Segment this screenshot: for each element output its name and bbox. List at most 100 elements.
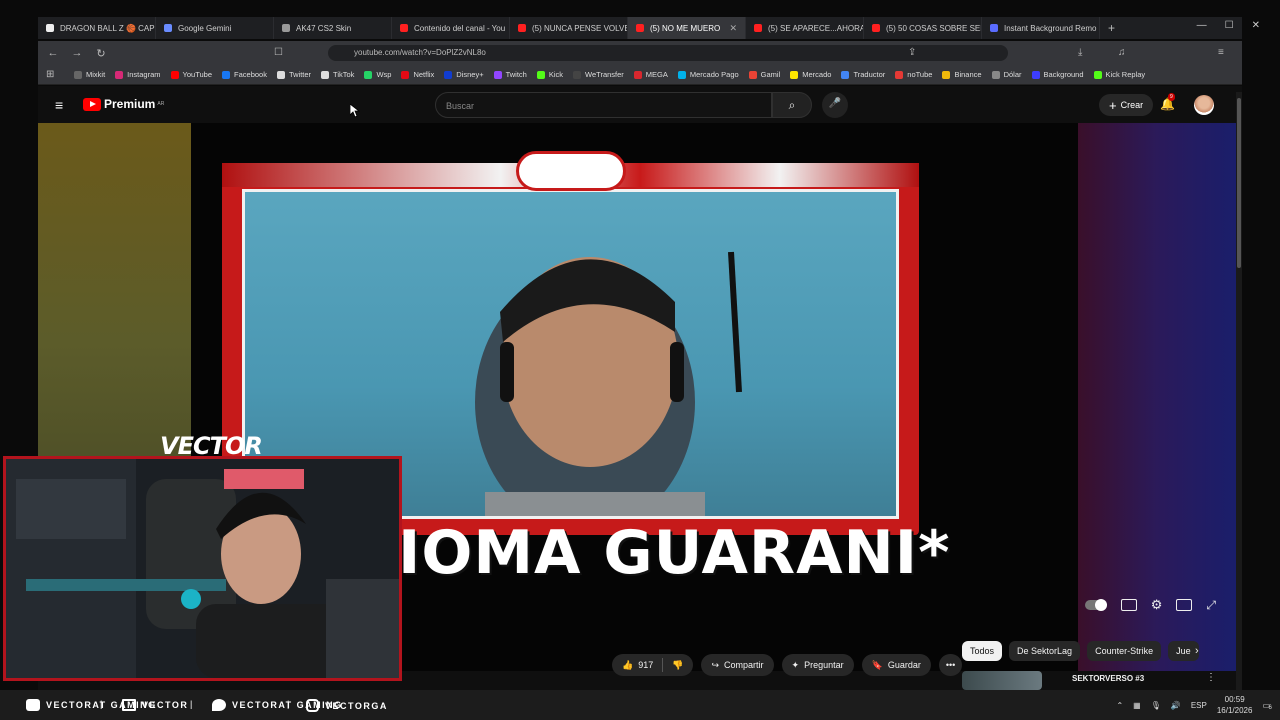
kebab-menu-icon[interactable]: ⋮	[1206, 672, 1216, 683]
bookmark-favicon-icon	[573, 70, 582, 79]
browser-tab[interactable]: (5) NUNCA PENSE VOLVE	[510, 17, 628, 39]
recommended-thumbnail[interactable]	[962, 671, 1042, 690]
hamburger-icon[interactable]: ≡	[55, 97, 63, 113]
bookmark-item[interactable]: Gamil	[748, 70, 780, 79]
filter-chip[interactable]: De SektorLag	[1009, 641, 1081, 661]
share-button[interactable]: ↪ Compartir	[701, 654, 774, 676]
bookmark-item[interactable]: Kick	[536, 70, 563, 79]
bookmark-favicon-icon	[748, 70, 757, 79]
webcam-overlay	[3, 456, 402, 681]
menu-icon[interactable]: ≡	[1218, 47, 1224, 58]
clock[interactable]: 00:59 16/1/2026	[1217, 694, 1253, 716]
tab-close-icon[interactable]: ✕	[729, 23, 737, 34]
more-actions-button[interactable]: •••	[938, 654, 963, 676]
url-input[interactable]: youtube.com/watch?v=DoPlZ2vNL8o	[328, 45, 1008, 61]
bookmark-label: Mercado Pago	[689, 70, 739, 79]
browser-tab[interactable]: (5) NO ME MUERO ✕	[628, 17, 746, 39]
fullscreen-icon[interactable]: ⤢	[1206, 598, 1216, 613]
bookmark-item[interactable]: TikTok	[321, 70, 354, 79]
tab-label: (5) SE APARECE...AHORA!	[768, 23, 864, 33]
browser-tab[interactable]: Contenido del canal - You	[392, 17, 510, 39]
search-input[interactable]: Buscar	[435, 92, 772, 118]
microphone-tray-icon[interactable]: 🎙	[1151, 701, 1161, 710]
bookmark-item[interactable]: Mercado Pago	[677, 70, 739, 79]
download-icon[interactable]: ⤓	[1078, 47, 1082, 58]
share-icon[interactable]: ⇪	[908, 47, 916, 58]
video-caption-text: IOMA GUARANI*	[398, 518, 951, 588]
bookmark-item[interactable]: Dólar	[991, 70, 1022, 79]
youtube-logo[interactable]: Premium AR	[83, 97, 164, 111]
bookmark-item[interactable]: Kick Replay	[1093, 70, 1145, 79]
bookmark-item[interactable]: Wsp	[364, 70, 391, 79]
language-indicator[interactable]: ESP	[1191, 701, 1207, 710]
url-text: youtube.com/watch?v=DoPlZ2vNL8o	[354, 48, 486, 57]
media-icon[interactable]: ♫	[1118, 47, 1126, 58]
video-right-background	[1078, 123, 1236, 671]
bookmark-item[interactable]: Facebook	[222, 70, 267, 79]
bookmark-favicon-icon	[1093, 70, 1102, 79]
bookmark-item[interactable]: Mercado	[790, 70, 831, 79]
bookmark-item[interactable]: Background	[1031, 70, 1084, 79]
notification-center-icon[interactable]: ▭ 6	[1262, 701, 1271, 711]
bookmark-item[interactable]: Mixkit	[74, 70, 105, 79]
bookmark-item[interactable]: Twitch	[493, 70, 527, 79]
microphone-icon[interactable]: 🎤	[822, 92, 848, 118]
scrollbar[interactable]	[1236, 92, 1242, 690]
back-icon[interactable]: ←	[44, 47, 62, 59]
share-arrow-icon: ↪	[711, 659, 720, 670]
filter-chip[interactable]: Todos	[962, 641, 1003, 661]
bookmark-item[interactable]: Twitter	[276, 70, 311, 79]
search-icon[interactable]: ⌕	[772, 92, 812, 118]
miniplayer-icon[interactable]	[1176, 599, 1193, 611]
volume-icon[interactable]: 🔊	[1171, 701, 1181, 710]
create-button[interactable]: + Crear	[1099, 94, 1154, 116]
ask-button[interactable]: ✦ Preguntar	[781, 654, 854, 676]
logo-text: Premium	[104, 97, 156, 111]
browser-tab[interactable]: DRAGON BALL Z 🏀 CAP	[38, 17, 156, 39]
thumbs-down-icon[interactable]: 👎	[672, 660, 683, 671]
notifications-icon[interactable]: 🔔 9	[1160, 93, 1175, 111]
autoplay-toggle[interactable]	[1084, 599, 1107, 611]
bookmark-item[interactable]: noTube	[895, 70, 932, 79]
filter-chip[interactable]: Counter-Strike	[1087, 641, 1162, 661]
chips-next-icon[interactable]: ›	[1195, 645, 1199, 657]
social-twitch: VECTOR	[122, 699, 188, 711]
like-button[interactable]: 👍 917 👎	[612, 654, 694, 676]
avatar[interactable]	[1194, 95, 1214, 115]
bookmark-favicon-icon	[991, 70, 1000, 79]
new-tab-icon[interactable]: +	[1108, 21, 1115, 35]
save-button[interactable]: 🔖 Guardar	[861, 654, 931, 676]
close-icon[interactable]: ✕	[1252, 20, 1260, 31]
bookmark-label: Binance	[954, 70, 982, 79]
bookmark-item[interactable]: WeTransfer	[573, 70, 624, 79]
bookmark-item[interactable]: Netflix	[401, 70, 434, 79]
window-controls: — ☐ ✕	[1197, 20, 1260, 31]
bookmark-favicon-icon	[677, 70, 686, 79]
bookmark-item[interactable]: Traductor	[841, 70, 885, 79]
browser-tab[interactable]: Google Gemini	[156, 17, 274, 39]
browser-tab[interactable]: AK47 CS2 Skin	[274, 17, 392, 39]
network-icon[interactable]: ▦	[1133, 701, 1141, 710]
forward-icon[interactable]: →	[68, 47, 86, 59]
social-label: VECTOR	[142, 700, 189, 710]
bookmark-item[interactable]: Disney+	[444, 70, 484, 79]
bookmark-item[interactable]: Instagram	[115, 70, 161, 79]
maximize-icon[interactable]: ☐	[1225, 20, 1234, 31]
recommended-title[interactable]: SEKTORVERSO #3	[1072, 674, 1144, 683]
tray-expand-icon[interactable]: ⌃	[1116, 701, 1123, 710]
reload-icon[interactable]: ↻	[92, 47, 110, 60]
browser-tab[interactable]: Instant Background Remo	[982, 17, 1100, 39]
minimize-icon[interactable]: —	[1197, 20, 1207, 31]
apps-grid-icon[interactable]: ⊞	[46, 69, 54, 80]
bookmark-item[interactable]: Binance	[942, 70, 982, 79]
tab-label: (5) 50 COSAS SOBRE SEK	[886, 23, 982, 33]
bookmark-item[interactable]: YouTube	[170, 70, 212, 79]
settings-icon[interactable]: ⚙	[1151, 597, 1163, 613]
subtitles-icon[interactable]	[1120, 599, 1137, 611]
bookmark-item[interactable]: MEGA	[633, 70, 668, 79]
browser-tab[interactable]: (5) 50 COSAS SOBRE SEK	[864, 17, 982, 39]
bookmark-icon[interactable]: ☐	[274, 47, 283, 58]
twitch-icon	[122, 699, 136, 711]
browser-tab[interactable]: (5) SE APARECE...AHORA!	[746, 17, 864, 39]
tab-favicon-icon	[518, 24, 526, 32]
